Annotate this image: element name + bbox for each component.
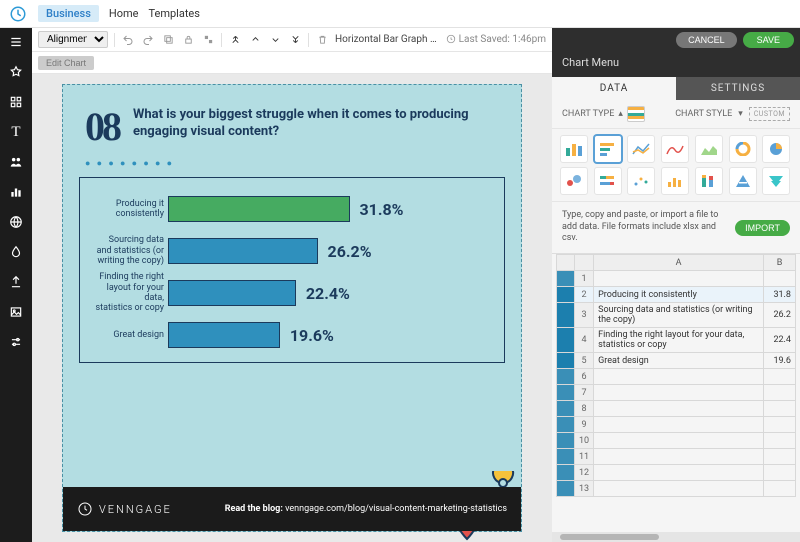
table-row[interactable]: 2Producing it consistently31.8 [557,287,796,303]
nav-home[interactable]: Home [109,7,139,20]
import-button[interactable]: IMPORT [735,220,790,236]
left-sidebar: T [0,28,32,542]
send-back-icon[interactable] [288,33,302,47]
alignment-select[interactable]: Alignment [38,31,108,48]
document-title: Horizontal Bar Graph … [335,34,437,45]
data-grid[interactable]: AB12Producing it consistently31.83Sourci… [552,253,800,532]
bar-value: 22.4% [296,284,350,303]
edit-chart-button[interactable]: Edit Chart [38,56,94,70]
nav-templates[interactable]: Templates [148,7,199,20]
bar-label: Sourcing dataand statistics (orwriting t… [86,235,168,266]
infographic-footer: VENNGAGE Read the blog: venngage.com/blo… [63,487,521,531]
globe-icon[interactable] [8,214,24,230]
chart-style-label: CHART STYLE [675,109,732,119]
horizontal-scrollbar[interactable] [552,532,800,542]
upload-icon[interactable] [8,274,24,290]
plan-tag[interactable]: Business [38,5,99,22]
bar-value: 26.2% [318,242,372,261]
redo-icon[interactable] [141,33,155,47]
table-row[interactable]: 10 [557,433,796,449]
table-row[interactable]: 5Great design19.6 [557,353,796,369]
table-row[interactable]: 6 [557,369,796,385]
bar-label: Great design [86,330,168,340]
cancel-button[interactable]: CANCEL [676,32,737,48]
chart-type-line-multi[interactable] [627,135,655,163]
bar[interactable] [168,280,296,306]
bar[interactable] [168,238,318,264]
chart-title: What is your biggest struggle when it co… [133,103,499,150]
bring-front-icon[interactable] [228,33,242,47]
chart-type-spline[interactable] [661,135,689,163]
bar-label: Producing itconsistently [86,199,168,220]
text-icon[interactable]: T [8,124,24,140]
chevron-down-icon[interactable]: ▾ [738,109,743,119]
horizontal-bar-chart[interactable]: Producing itconsistently 31.8% Sourcing da… [79,177,505,363]
star-icon[interactable] [8,64,24,80]
table-row[interactable]: 1 [557,271,796,287]
table-row[interactable]: 7 [557,385,796,401]
table-row[interactable]: 12 [557,465,796,481]
bar[interactable] [168,322,280,348]
bring-forward-icon[interactable] [248,33,262,47]
people-icon[interactable] [8,154,24,170]
table-row[interactable]: 4Finding the right layout for your data,… [557,328,796,353]
image-icon[interactable] [8,304,24,320]
chart-type-stacked-column[interactable] [695,167,723,195]
canvas-area[interactable]: 08 What is your biggest struggle when it… [32,74,552,542]
bar[interactable] [168,196,350,222]
chart-type-donut[interactable] [729,135,757,163]
table-row[interactable]: 3Sourcing data and statistics (or writin… [557,303,796,328]
bar-label: Finding the rightlayout for your data,st… [86,272,168,313]
chart-type-funnel[interactable] [762,167,790,195]
center-panel: Alignment Horizontal Bar Graph … Last Sa… [32,28,552,542]
chart-type-column[interactable] [560,135,588,163]
chart-menu-panel: CANCEL SAVE Chart Menu DATA SETTINGS CHA… [552,28,800,542]
chevron-up-icon[interactable]: ▴ [618,109,623,119]
brand-logo-icon [8,4,28,24]
top-bar: Business Home Templates [0,0,800,28]
undo-icon[interactable] [121,33,135,47]
droplet-icon[interactable] [8,244,24,260]
bar-value: 31.8% [350,200,404,219]
last-saved-label: Last Saved: 1:46pm [446,34,546,45]
chart-type-pie[interactable] [762,135,790,163]
tab-data[interactable]: DATA [552,77,676,100]
table-row[interactable]: 8 [557,401,796,417]
trash-icon[interactable] [315,33,329,47]
footer-brand: VENNGAGE [77,501,172,517]
hamburger-icon[interactable] [8,34,24,50]
lock-icon[interactable] [181,33,195,47]
chart-menu-title: Chart Menu [552,52,800,77]
table-row[interactable]: 11 [557,449,796,465]
table-row[interactable]: 9 [557,417,796,433]
save-button[interactable]: SAVE [743,32,794,48]
send-backward-icon[interactable] [268,33,282,47]
decorative-dots: ● ● ● ● ● ● ● ● [63,158,521,169]
grid-icon[interactable] [8,94,24,110]
copy-icon[interactable] [161,33,175,47]
chart-type-label: CHART TYPE [562,109,614,119]
chart-type-hbar[interactable] [594,135,622,163]
sliders-icon[interactable] [8,334,24,350]
group-icon[interactable] [201,33,215,47]
infographic-card[interactable]: 08 What is your biggest struggle when it… [62,84,522,532]
chart-type-mini-bar[interactable] [661,167,689,195]
tab-settings[interactable]: SETTINGS [676,77,800,100]
edit-chart-row: Edit Chart [32,52,552,74]
bar-value: 19.6% [280,326,334,345]
current-chart-type-icon [627,106,645,122]
chart-type-pyramid[interactable] [729,167,757,195]
chart-type-area[interactable] [695,135,723,163]
custom-style-button[interactable]: CUSTOM [749,107,790,121]
toolbar: Alignment Horizontal Bar Graph … Last Sa… [32,28,552,52]
chart-type-grid [552,129,800,202]
section-number: 08 [85,103,119,150]
chart-type-bubble[interactable] [560,167,588,195]
import-hint: Type, copy and paste, or import a file t… [562,210,727,245]
chart-type-stacked-bar[interactable] [594,167,622,195]
chart-type-scatter[interactable] [627,167,655,195]
table-row[interactable]: 13 [557,481,796,497]
bar-chart-icon[interactable] [8,184,24,200]
